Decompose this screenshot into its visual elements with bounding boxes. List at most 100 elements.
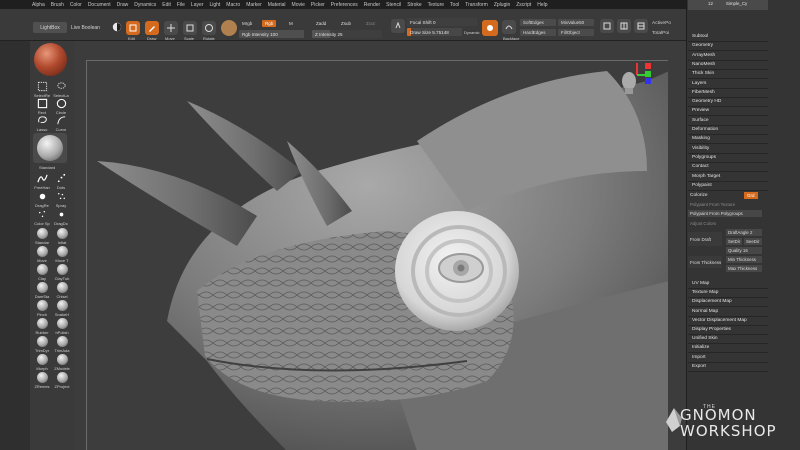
tool-menu-initialize[interactable]: Initialize — [692, 345, 709, 350]
menu-render[interactable]: Render — [364, 2, 380, 8]
brush-move-t[interactable]: Move T — [52, 246, 72, 263]
navigation-gizmo-icon[interactable] — [617, 61, 657, 95]
softedges-button[interactable]: SoftEdges — [520, 19, 556, 26]
menu-help[interactable]: Help — [537, 2, 547, 8]
zadd-button[interactable]: Zadd — [313, 20, 330, 27]
polypaint-from-polygroups-button[interactable]: Polypaint From Polygroups — [688, 210, 762, 217]
backface-icon[interactable] — [502, 20, 516, 34]
tool-menu-preview[interactable]: Preview — [692, 108, 709, 113]
tool-menu-contact[interactable]: Contact — [692, 164, 709, 169]
tool-menu-texture-map[interactable]: Texture Map — [692, 290, 718, 295]
menu-tool[interactable]: Tool — [450, 2, 459, 8]
menu-alpha[interactable]: Alpha — [32, 2, 45, 8]
menu-layer[interactable]: Layer — [191, 2, 204, 8]
tool-menu-normal-map[interactable]: Normal Map — [692, 309, 718, 314]
colorize-toggle[interactable]: Colorize — [690, 193, 708, 198]
brush-chisel[interactable]: Chisel — [52, 282, 72, 299]
brush-trimdyr[interactable]: TrimDyr — [32, 336, 52, 353]
menu-macro[interactable]: Macro — [226, 2, 240, 8]
layout-icon-b[interactable] — [617, 19, 631, 33]
move-mode-icon[interactable] — [164, 21, 178, 35]
menu-brush[interactable]: Brush — [51, 2, 64, 8]
tool-menu-uv-map[interactable]: UV Map — [692, 281, 709, 286]
min-thickness-slider[interactable]: Min Thickness — [726, 256, 762, 263]
tool-menu-geometry-hd[interactable]: Geometry HD — [692, 99, 721, 104]
tool-menu-nanomesh[interactable]: NanoMesh — [692, 62, 715, 67]
mixvalue-slider[interactable]: MixValue50 — [558, 19, 594, 26]
scale-mode-icon[interactable] — [183, 21, 197, 35]
colorspray-stroke[interactable]: Color Sp — [32, 208, 52, 226]
dynamic-label[interactable]: Dynamic — [464, 30, 480, 35]
menu-movie[interactable]: Movie — [292, 2, 305, 8]
menu-material[interactable]: Material — [268, 2, 286, 8]
backface-mask-icon[interactable] — [482, 20, 498, 36]
brush-zremes[interactable]: ZRemes — [32, 372, 52, 389]
grd-button[interactable]: Grd — [744, 192, 758, 199]
live-boolean-button[interactable]: Live Boolean — [71, 22, 105, 33]
draft-angle-slider[interactable]: DraftAngle 2 — [726, 229, 762, 236]
menu-document[interactable]: Document — [88, 2, 111, 8]
select-lasso-tool[interactable]: SelectLa — [51, 80, 71, 98]
tool-menu-unified-skin[interactable]: Unified Skin — [692, 336, 718, 341]
rgb-intensity-slider[interactable]: Rgb Intensity 100 — [239, 30, 304, 38]
zsub-button[interactable]: Zsub — [338, 20, 355, 27]
menu-texture[interactable]: Texture — [428, 2, 444, 8]
tool-menu-morph-target[interactable]: Morph Target — [692, 174, 720, 179]
lightbox-button[interactable]: LightBox — [33, 22, 67, 33]
from-thickness-button[interactable]: From Thickness — [688, 256, 722, 268]
z-intensity-slider[interactable]: Z Intensity 25 — [312, 30, 382, 38]
menu-zplugin[interactable]: Zplugin — [494, 2, 510, 8]
menu-stencil[interactable]: Stencil — [386, 2, 401, 8]
rotate-mode-icon[interactable] — [202, 21, 216, 35]
current-brush-preview[interactable] — [33, 133, 67, 163]
m-button[interactable]: M — [286, 20, 296, 27]
menu-draw[interactable]: Draw — [117, 2, 129, 8]
menu-edit[interactable]: Edit — [162, 2, 171, 8]
menu-preferences[interactable]: Preferences — [331, 2, 358, 8]
brush-claytub[interactable]: ClayTub — [52, 264, 72, 281]
tool-menu-polygroups[interactable]: Polygroups — [692, 155, 716, 160]
brush-trimada[interactable]: TrimAda — [52, 336, 72, 353]
zcut-button[interactable]: Zcut — [363, 20, 378, 27]
menu-light[interactable]: Light — [209, 2, 220, 8]
menu-transform[interactable]: Transform — [465, 2, 488, 8]
menu-marker[interactable]: Marker — [246, 2, 262, 8]
max-thickness-slider[interactable]: Max Thickness — [726, 265, 762, 272]
adjust-colors-button[interactable]: Adjust Colors — [690, 221, 716, 226]
tool-menu-geometry[interactable]: Geometry — [692, 43, 713, 48]
select-rect-tool[interactable]: SelectRe — [32, 80, 52, 98]
tool-menu-layers[interactable]: Layers — [692, 81, 706, 86]
tool-menu-export[interactable]: Export — [692, 364, 706, 369]
tool-menu-vector-displacement-map[interactable]: Vector Displacement Map — [692, 318, 747, 323]
tool-menu-display-properties[interactable]: Display Properties — [692, 327, 731, 332]
tool-menu-masking[interactable]: Masking — [692, 136, 710, 141]
menu-picker[interactable]: Picker — [311, 2, 325, 8]
menu-dynamics[interactable]: Dynamics — [134, 2, 156, 8]
menu-file[interactable]: File — [177, 2, 185, 8]
brush-move[interactable]: Move — [32, 246, 52, 263]
rect-tool[interactable]: Rect — [32, 97, 52, 115]
fillobject-button[interactable]: FillObject — [558, 29, 594, 36]
circle-tool[interactable]: Circle — [51, 97, 71, 115]
material-preview[interactable] — [34, 43, 67, 76]
curve-tool[interactable]: Curve — [51, 114, 71, 132]
freehand-stroke[interactable]: FreeHan — [32, 172, 52, 190]
from-draft-button[interactable]: From Draft — [688, 232, 722, 246]
brush-hpolish[interactable]: hPolish — [52, 318, 72, 335]
brush-morph[interactable]: Morph — [32, 354, 52, 371]
brush-damsta[interactable]: DamSta — [32, 282, 52, 299]
tool-menu-displacement-map[interactable]: Displacement Map — [692, 299, 732, 304]
brush-clay[interactable]: Clay — [32, 264, 52, 281]
edit-mode-icon[interactable] — [126, 21, 140, 35]
tool-menu-thick-skin[interactable]: Thick Skin — [692, 71, 714, 76]
rgb-button[interactable]: Rgb — [262, 20, 277, 27]
spotlight-icon[interactable] — [110, 20, 124, 34]
see-dir-button[interactable]: SeeDir — [744, 238, 762, 245]
tool-menu-deformation[interactable]: Deformation — [692, 127, 718, 132]
brush-inflat[interactable]: Inflat — [52, 228, 72, 245]
dragrect-stroke[interactable]: DragRe — [32, 190, 52, 208]
tool-menu-arraymesh[interactable]: ArrayMesh — [692, 53, 715, 58]
draw-size-slider[interactable]: Draw Size 5.75148 — [407, 28, 462, 36]
brush-zproject[interactable]: ZProject — [52, 372, 72, 389]
brush-pinch[interactable]: Pinch — [32, 300, 52, 317]
